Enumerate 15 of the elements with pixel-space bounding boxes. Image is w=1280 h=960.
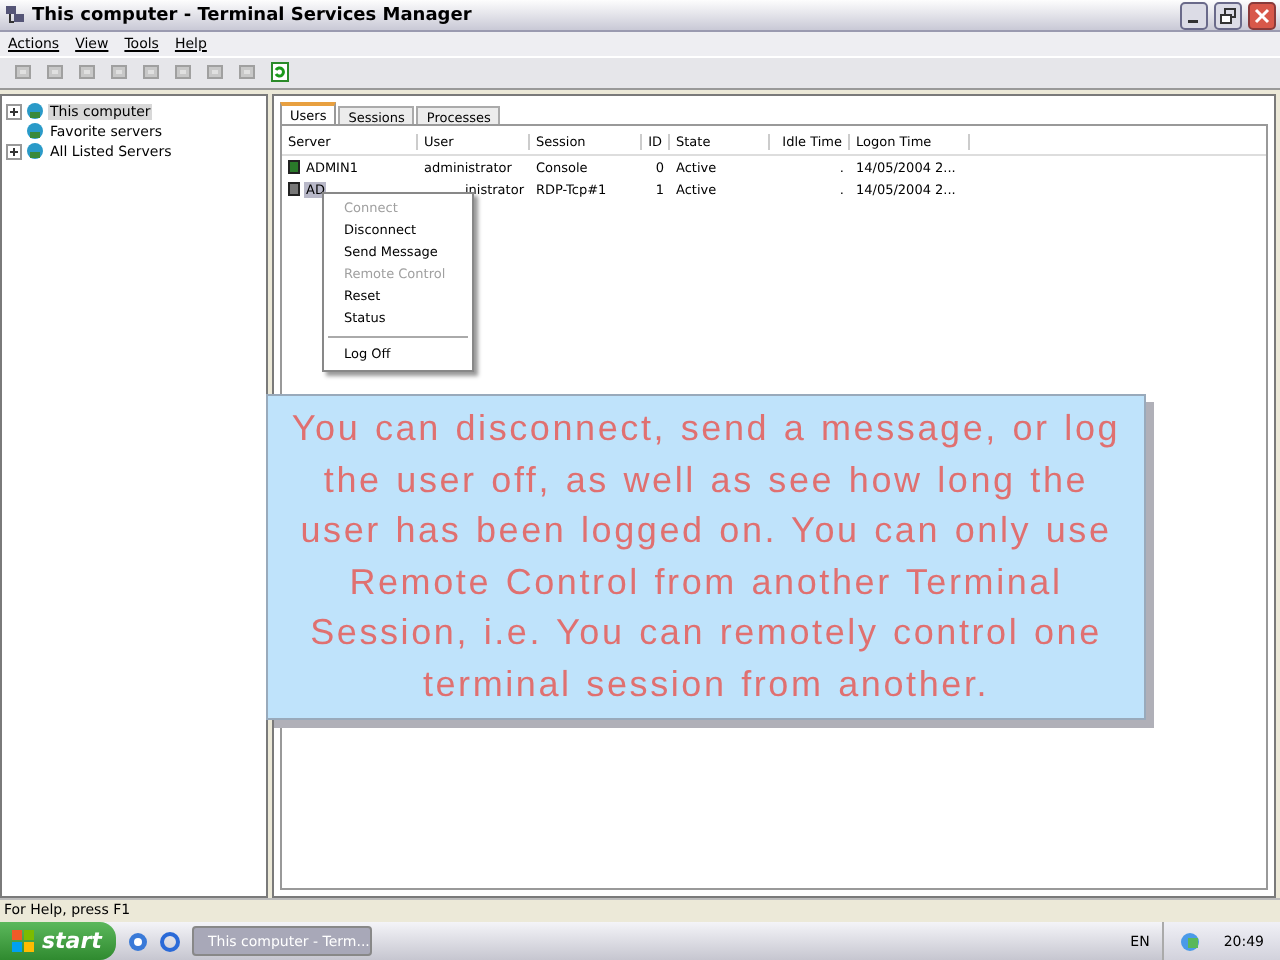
server-icon [26,142,44,161]
minimize-button[interactable] [1180,1,1208,30]
app-icon [4,4,26,27]
browser-icon[interactable] [160,931,180,951]
windows-logo-icon [12,930,34,952]
network-icon[interactable] [1179,931,1200,951]
expand-icon[interactable] [6,103,22,120]
restore-button[interactable] [1214,1,1242,30]
quick-launch-icon[interactable] [128,931,148,951]
close-button[interactable] [1248,1,1276,30]
expand-icon[interactable] [6,143,22,160]
server-icon [26,102,44,121]
toolbar-icon[interactable] [268,60,292,85]
server-icon [26,122,44,141]
window-title: This computer - Terminal Services Manager [32,5,474,26]
